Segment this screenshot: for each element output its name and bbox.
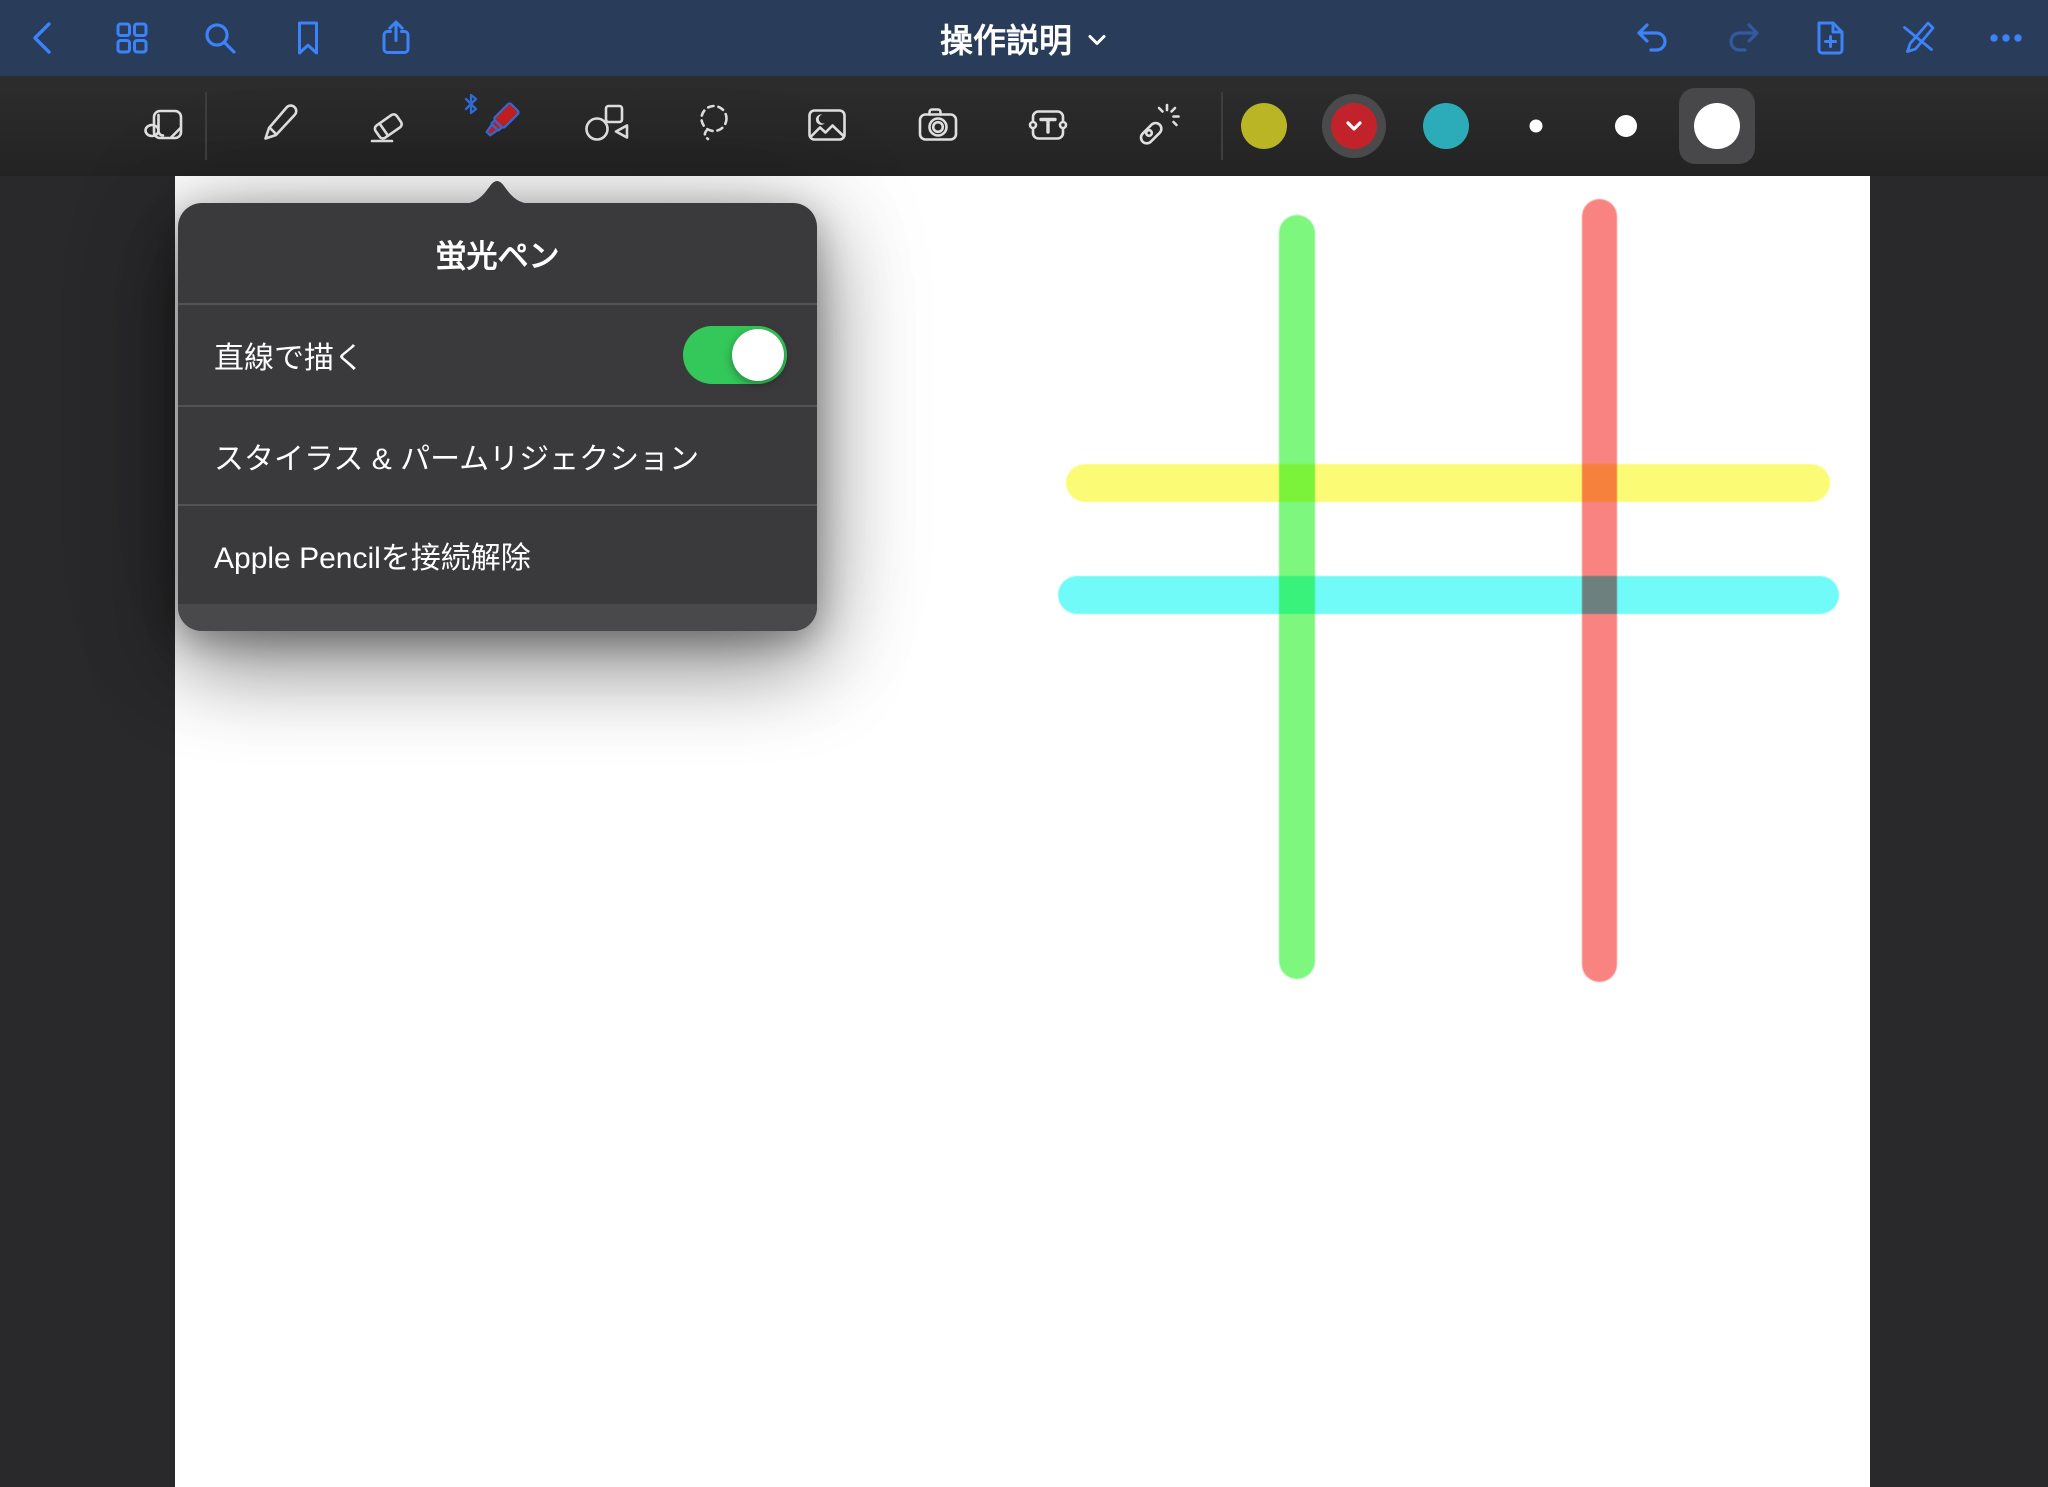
eraser-tool[interactable] [359, 97, 417, 155]
document-title-button[interactable]: 操作説明 [940, 14, 1108, 62]
stroke-size-medium[interactable] [1615, 115, 1637, 137]
back-icon [33, 22, 51, 54]
popover-bottom-strip [178, 604, 817, 631]
stroke-size-large-selected[interactable] [1679, 88, 1755, 164]
share-button[interactable] [370, 12, 422, 64]
toolbar [0, 76, 2048, 176]
search-icon [205, 23, 236, 54]
share-icon [382, 20, 410, 54]
add-page-button[interactable] [1804, 12, 1856, 64]
color-swatch-olive[interactable] [1241, 103, 1287, 149]
search-button[interactable] [194, 12, 246, 64]
color-swatch-teal[interactable] [1423, 103, 1469, 149]
thumbnails-button[interactable] [106, 12, 158, 64]
shapes-tool[interactable] [577, 97, 635, 155]
laser-pointer-tool[interactable] [1128, 97, 1186, 155]
camera-tool[interactable] [909, 97, 967, 155]
camera-icon [918, 108, 958, 141]
draw-straight-label: 直線で描く [214, 342, 364, 375]
color-swatch-red [1331, 103, 1377, 149]
back-button[interactable] [18, 12, 70, 64]
highlighter-stroke-cyan-horizontal [1058, 576, 1839, 614]
redo-icon [1729, 23, 1759, 52]
bookmark-icon [298, 21, 318, 55]
document-title: 操作説明 [940, 22, 1072, 59]
straight-line-toggle[interactable] [683, 326, 787, 384]
highlighter-stroke-yellow-horizontal [1066, 464, 1830, 502]
goodnotes-app: 操作説明 蛍光ペン 直線で描く スタイラス & パームリジェクション Apple… [0, 0, 2048, 1487]
toggle-knob [732, 329, 784, 381]
text-icon [1028, 110, 1068, 140]
color-swatch-red-selected[interactable] [1322, 94, 1386, 158]
swatch-chevron-down-icon [1346, 120, 1362, 131]
highlighter-tool[interactable] [464, 93, 525, 155]
toolbar-divider [205, 92, 207, 160]
stroke-size-small[interactable] [1529, 119, 1543, 133]
bluetooth-icon [464, 93, 478, 115]
popover-row-draw-straight[interactable]: 直線で描く [178, 303, 817, 405]
navbar-right-group [1628, 0, 2032, 76]
highlighter-popover: 蛍光ペン 直線で描く スタイラス & パームリジェクション Apple Penc… [178, 203, 817, 631]
image-tool[interactable] [798, 97, 856, 155]
image-icon [808, 109, 846, 141]
redo-button[interactable] [1716, 12, 1768, 64]
pen-icon [264, 104, 298, 140]
end-annotation-button[interactable] [1892, 12, 1944, 64]
text-tool[interactable] [1019, 97, 1077, 155]
popover-row-stylus-palm-rejection[interactable]: スタイラス & パームリジェクション [178, 405, 817, 504]
popover-row-disconnect-apple-pencil[interactable]: Apple Pencilを接続解除 [178, 504, 817, 603]
toolbar-divider [1221, 92, 1223, 160]
bookmark-button[interactable] [282, 12, 334, 64]
popover-arrow [460, 181, 534, 204]
title-chevron-down-icon [1088, 35, 1106, 45]
stroke-size-large-dot [1694, 103, 1740, 149]
pen-tool[interactable] [249, 97, 307, 155]
grid-icon [116, 22, 148, 54]
eraser-icon [370, 113, 403, 143]
undo-button[interactable] [1628, 12, 1680, 64]
navbar-left-group [18, 0, 422, 76]
more-button[interactable] [1980, 12, 2032, 64]
disconnect-apple-pencil-label: Apple Pencilを接続解除 [214, 541, 531, 575]
laser-pointer-icon [1139, 103, 1180, 145]
zoom-window-icon [144, 109, 183, 140]
shapes-icon [585, 104, 629, 141]
navbar: 操作説明 [0, 0, 2048, 76]
more-icon [1990, 34, 2022, 42]
stylus-palm-rejection-label: スタイラス & パームリジェクション [214, 442, 700, 476]
zoom-window-tool[interactable] [136, 97, 194, 155]
undo-icon [1637, 23, 1667, 52]
lasso-icon [700, 104, 728, 141]
add-page-icon [1817, 21, 1844, 55]
popover-title: 蛍光ペン [435, 238, 560, 274]
lasso-tool[interactable] [688, 97, 746, 155]
readonly-pencil-icon [1903, 21, 1935, 53]
